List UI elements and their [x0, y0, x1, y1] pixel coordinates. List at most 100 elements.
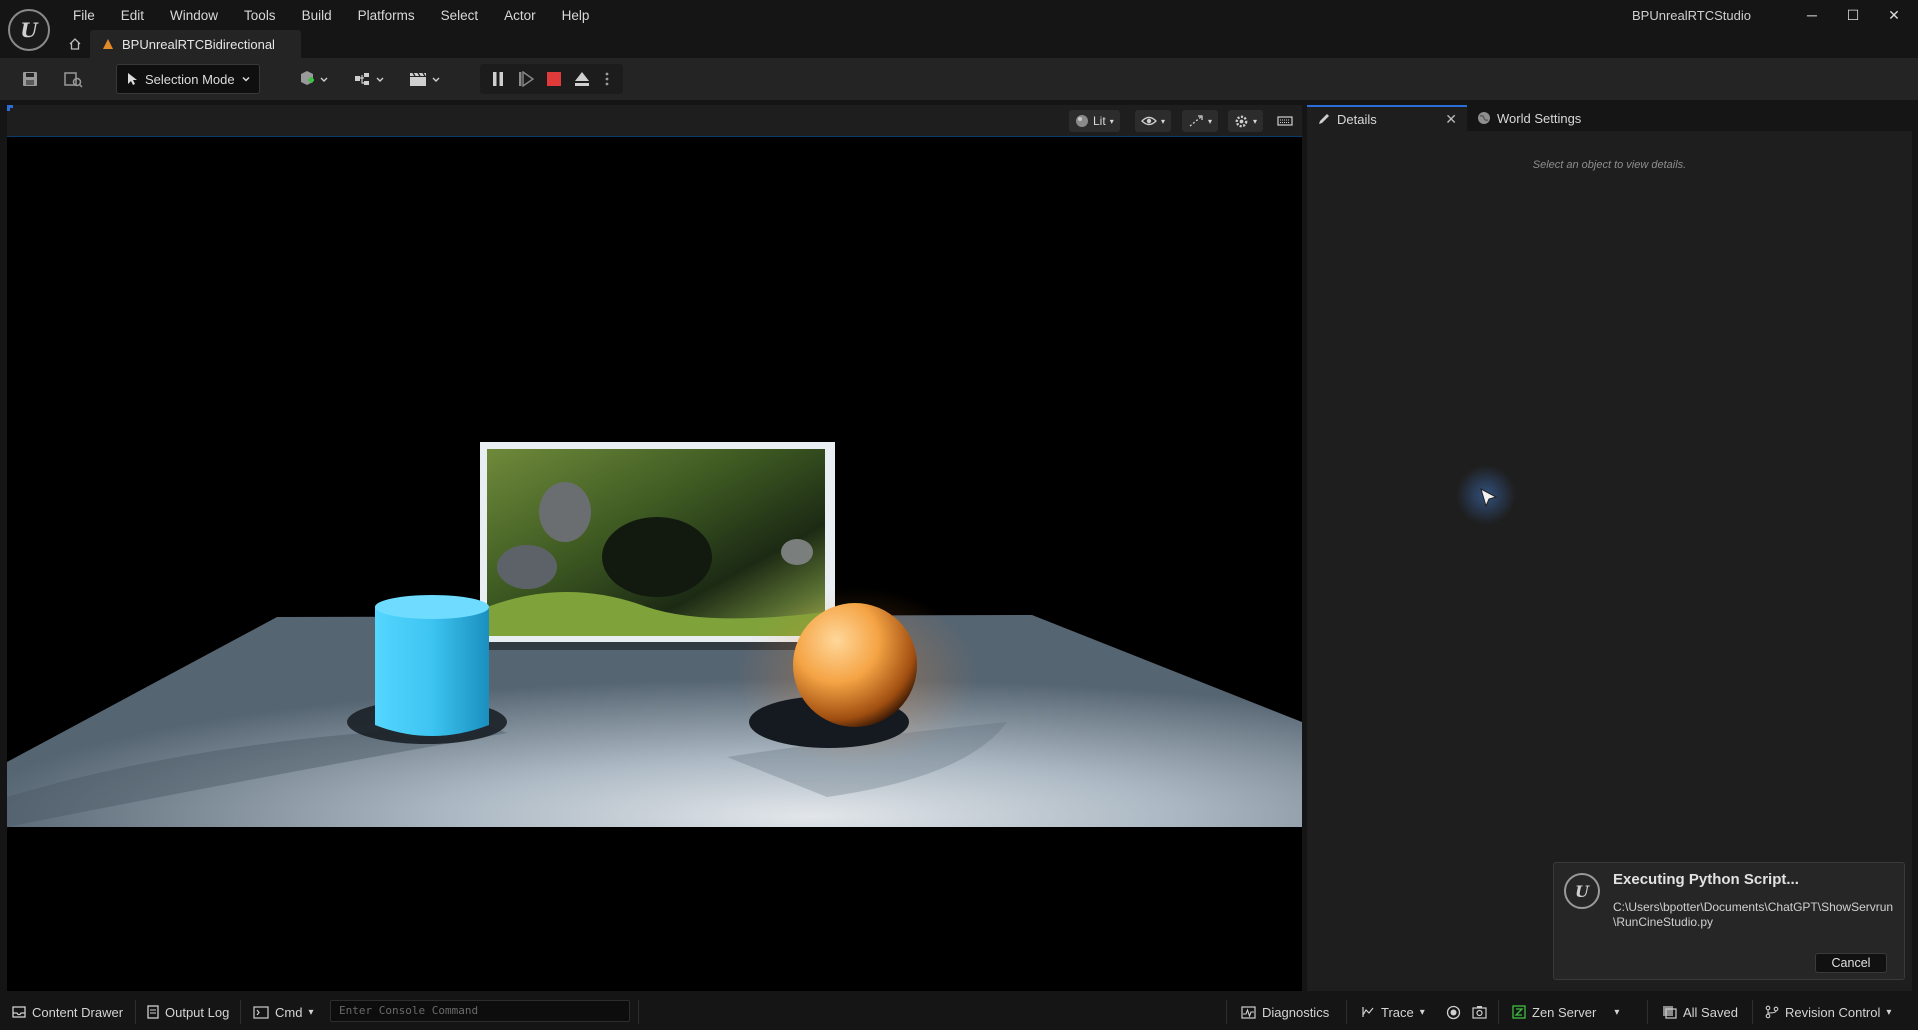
browse-content-icon[interactable] [58, 64, 88, 94]
divider [1498, 1000, 1499, 1024]
menu-tools[interactable]: Tools [231, 8, 289, 23]
level-tab[interactable]: BPUnrealRTCBidirectional [90, 30, 301, 58]
maximize-icon[interactable]: ☐ [1833, 4, 1873, 26]
pencil-icon [1319, 114, 1329, 124]
chevron-down-icon: ▾ [1161, 116, 1166, 126]
view-mode-dropdown[interactable]: Lit ▾ [1069, 110, 1120, 132]
pause-icon[interactable] [486, 64, 510, 94]
minimize-icon[interactable]: ─ [1792, 4, 1832, 26]
show-flags-dropdown[interactable]: ▾ [1135, 110, 1172, 132]
divider [1752, 1000, 1753, 1024]
content-drawer-label: Content Drawer [32, 1004, 124, 1020]
eject-icon[interactable] [570, 64, 594, 94]
menu-help[interactable]: Help [549, 8, 603, 23]
scene-render [7, 137, 1302, 931]
chevron-down-icon: ▾ [308, 1006, 314, 1018]
save-icon[interactable] [16, 64, 44, 94]
diagnostics-icon [1241, 1005, 1256, 1019]
gear-icon [1235, 115, 1248, 127]
content-drawer-icon [12, 1006, 26, 1018]
tab-details[interactable]: Details ✕ [1307, 105, 1467, 131]
menu-actor[interactable]: Actor [491, 8, 549, 23]
menu-file[interactable]: File [60, 8, 108, 23]
divider [240, 1000, 241, 1024]
lit-sphere-icon [1076, 115, 1088, 127]
diagnostics-button[interactable]: Diagnostics [1241, 999, 1329, 1025]
divider [1647, 1000, 1648, 1024]
all-saved-icon [1663, 1006, 1677, 1019]
blueprint-button[interactable] [350, 64, 390, 94]
transform-tools-dropdown[interactable]: ▾ [1182, 110, 1219, 132]
home-icon[interactable] [60, 30, 90, 58]
details-empty-message: Select an object to view details. [1532, 159, 1687, 171]
viewport-toolbar: Lit ▾ ▾ ▾ ▾ [7, 105, 1302, 137]
trace-dropdown[interactable]: Trace ▾ [1361, 999, 1425, 1025]
view-mode-label: Lit [1093, 114, 1106, 128]
play-controls [480, 64, 623, 94]
add-actor-icon [301, 71, 328, 85]
chevron-down-icon: ▾ [1419, 1006, 1425, 1018]
zen-server-label: Zen Server [1532, 1004, 1597, 1020]
screenshot-icon[interactable] [1472, 999, 1487, 1025]
menu-edit[interactable]: Edit [108, 8, 157, 23]
chevron-down-icon: ▾ [1614, 1006, 1620, 1018]
diagnostics-label: Diagnostics [1262, 1004, 1330, 1020]
blueprint-icon [355, 73, 384, 85]
title-bar: U File Edit Window Tools Build Platforms… [0, 0, 1918, 58]
cmd-dropdown[interactable]: Cmd ▾ [253, 999, 313, 1025]
output-log-icon [147, 1005, 159, 1019]
selection-mode-dropdown[interactable]: Selection Mode [116, 64, 260, 94]
chevron-down-icon: ▾ [1253, 116, 1258, 126]
stop-icon[interactable] [542, 64, 566, 94]
tab-details-label: Details [1337, 111, 1377, 127]
snap-icon [1189, 115, 1203, 127]
close-tab-icon[interactable]: ✕ [1445, 111, 1457, 128]
all-saved-button[interactable]: All Saved [1662, 999, 1738, 1025]
unreal-logo-icon[interactable]: U [8, 9, 50, 51]
chevron-down-icon [242, 76, 250, 82]
viewport-settings-dropdown[interactable]: ▾ [1228, 110, 1264, 132]
cancel-button[interactable]: Cancel [1815, 953, 1887, 973]
level-warning-icon [103, 39, 113, 49]
more-options-icon[interactable] [598, 64, 616, 94]
keyboard-icon[interactable] [1275, 110, 1295, 132]
revision-control-dropdown[interactable]: Revision Control ▾ [1765, 999, 1891, 1025]
notification-title: Executing Python Script... [1613, 871, 1799, 888]
mouse-cursor-icon [1456, 465, 1516, 525]
revision-control-icon [1765, 1005, 1779, 1019]
content-drawer-button[interactable]: Content Drawer [12, 999, 123, 1025]
chevron-down-icon: ▾ [1886, 1006, 1892, 1018]
tab-world-settings[interactable]: World Settings [1467, 105, 1591, 131]
add-actor-button[interactable] [294, 64, 334, 94]
zen-server-dropdown[interactable]: Zen Server ▾ [1512, 999, 1619, 1025]
eye-icon [1141, 116, 1157, 126]
divider [1226, 1000, 1227, 1024]
output-log-label: Output Log [165, 1004, 230, 1020]
selection-mode-label: Selection Mode [145, 71, 235, 87]
menu-window[interactable]: Window [157, 8, 231, 23]
close-window-icon[interactable]: ✕ [1874, 4, 1914, 26]
menu-build[interactable]: Build [289, 8, 345, 23]
status-bar: Content Drawer Output Log Cmd ▾ Enter Co… [0, 995, 1918, 1030]
chevron-down-icon: ▾ [1208, 116, 1213, 126]
chevron-down-icon: ▾ [1109, 116, 1114, 126]
menu-select[interactable]: Select [428, 8, 492, 23]
clapperboard-icon [410, 72, 440, 86]
console-command-input[interactable]: Enter Console Command [330, 1000, 630, 1022]
revision-control-label: Revision Control [1785, 1004, 1881, 1020]
record-icon[interactable] [1446, 999, 1461, 1025]
step-frame-icon[interactable] [514, 64, 538, 94]
level-viewport[interactable]: Lit ▾ ▾ ▾ ▾ [7, 105, 1302, 991]
main-toolbar: Selection Mode [0, 58, 1918, 100]
trace-label: Trace [1381, 1004, 1414, 1020]
cursor-icon [128, 73, 137, 85]
details-panel: Details ✕ World Settings Select an objec… [1307, 105, 1912, 991]
output-log-button[interactable]: Output Log [147, 999, 229, 1025]
details-panel-tabs: Details ✕ World Settings [1307, 105, 1912, 131]
tab-world-settings-label: World Settings [1497, 110, 1582, 126]
window-title: BPUnrealRTCStudio [1632, 8, 1751, 23]
menu-platforms[interactable]: Platforms [345, 8, 428, 23]
cinematics-button[interactable] [404, 64, 446, 94]
cmd-label: Cmd [275, 1004, 303, 1020]
python-script-notification: U Executing Python Script... C:\Users\bp… [1553, 862, 1905, 980]
